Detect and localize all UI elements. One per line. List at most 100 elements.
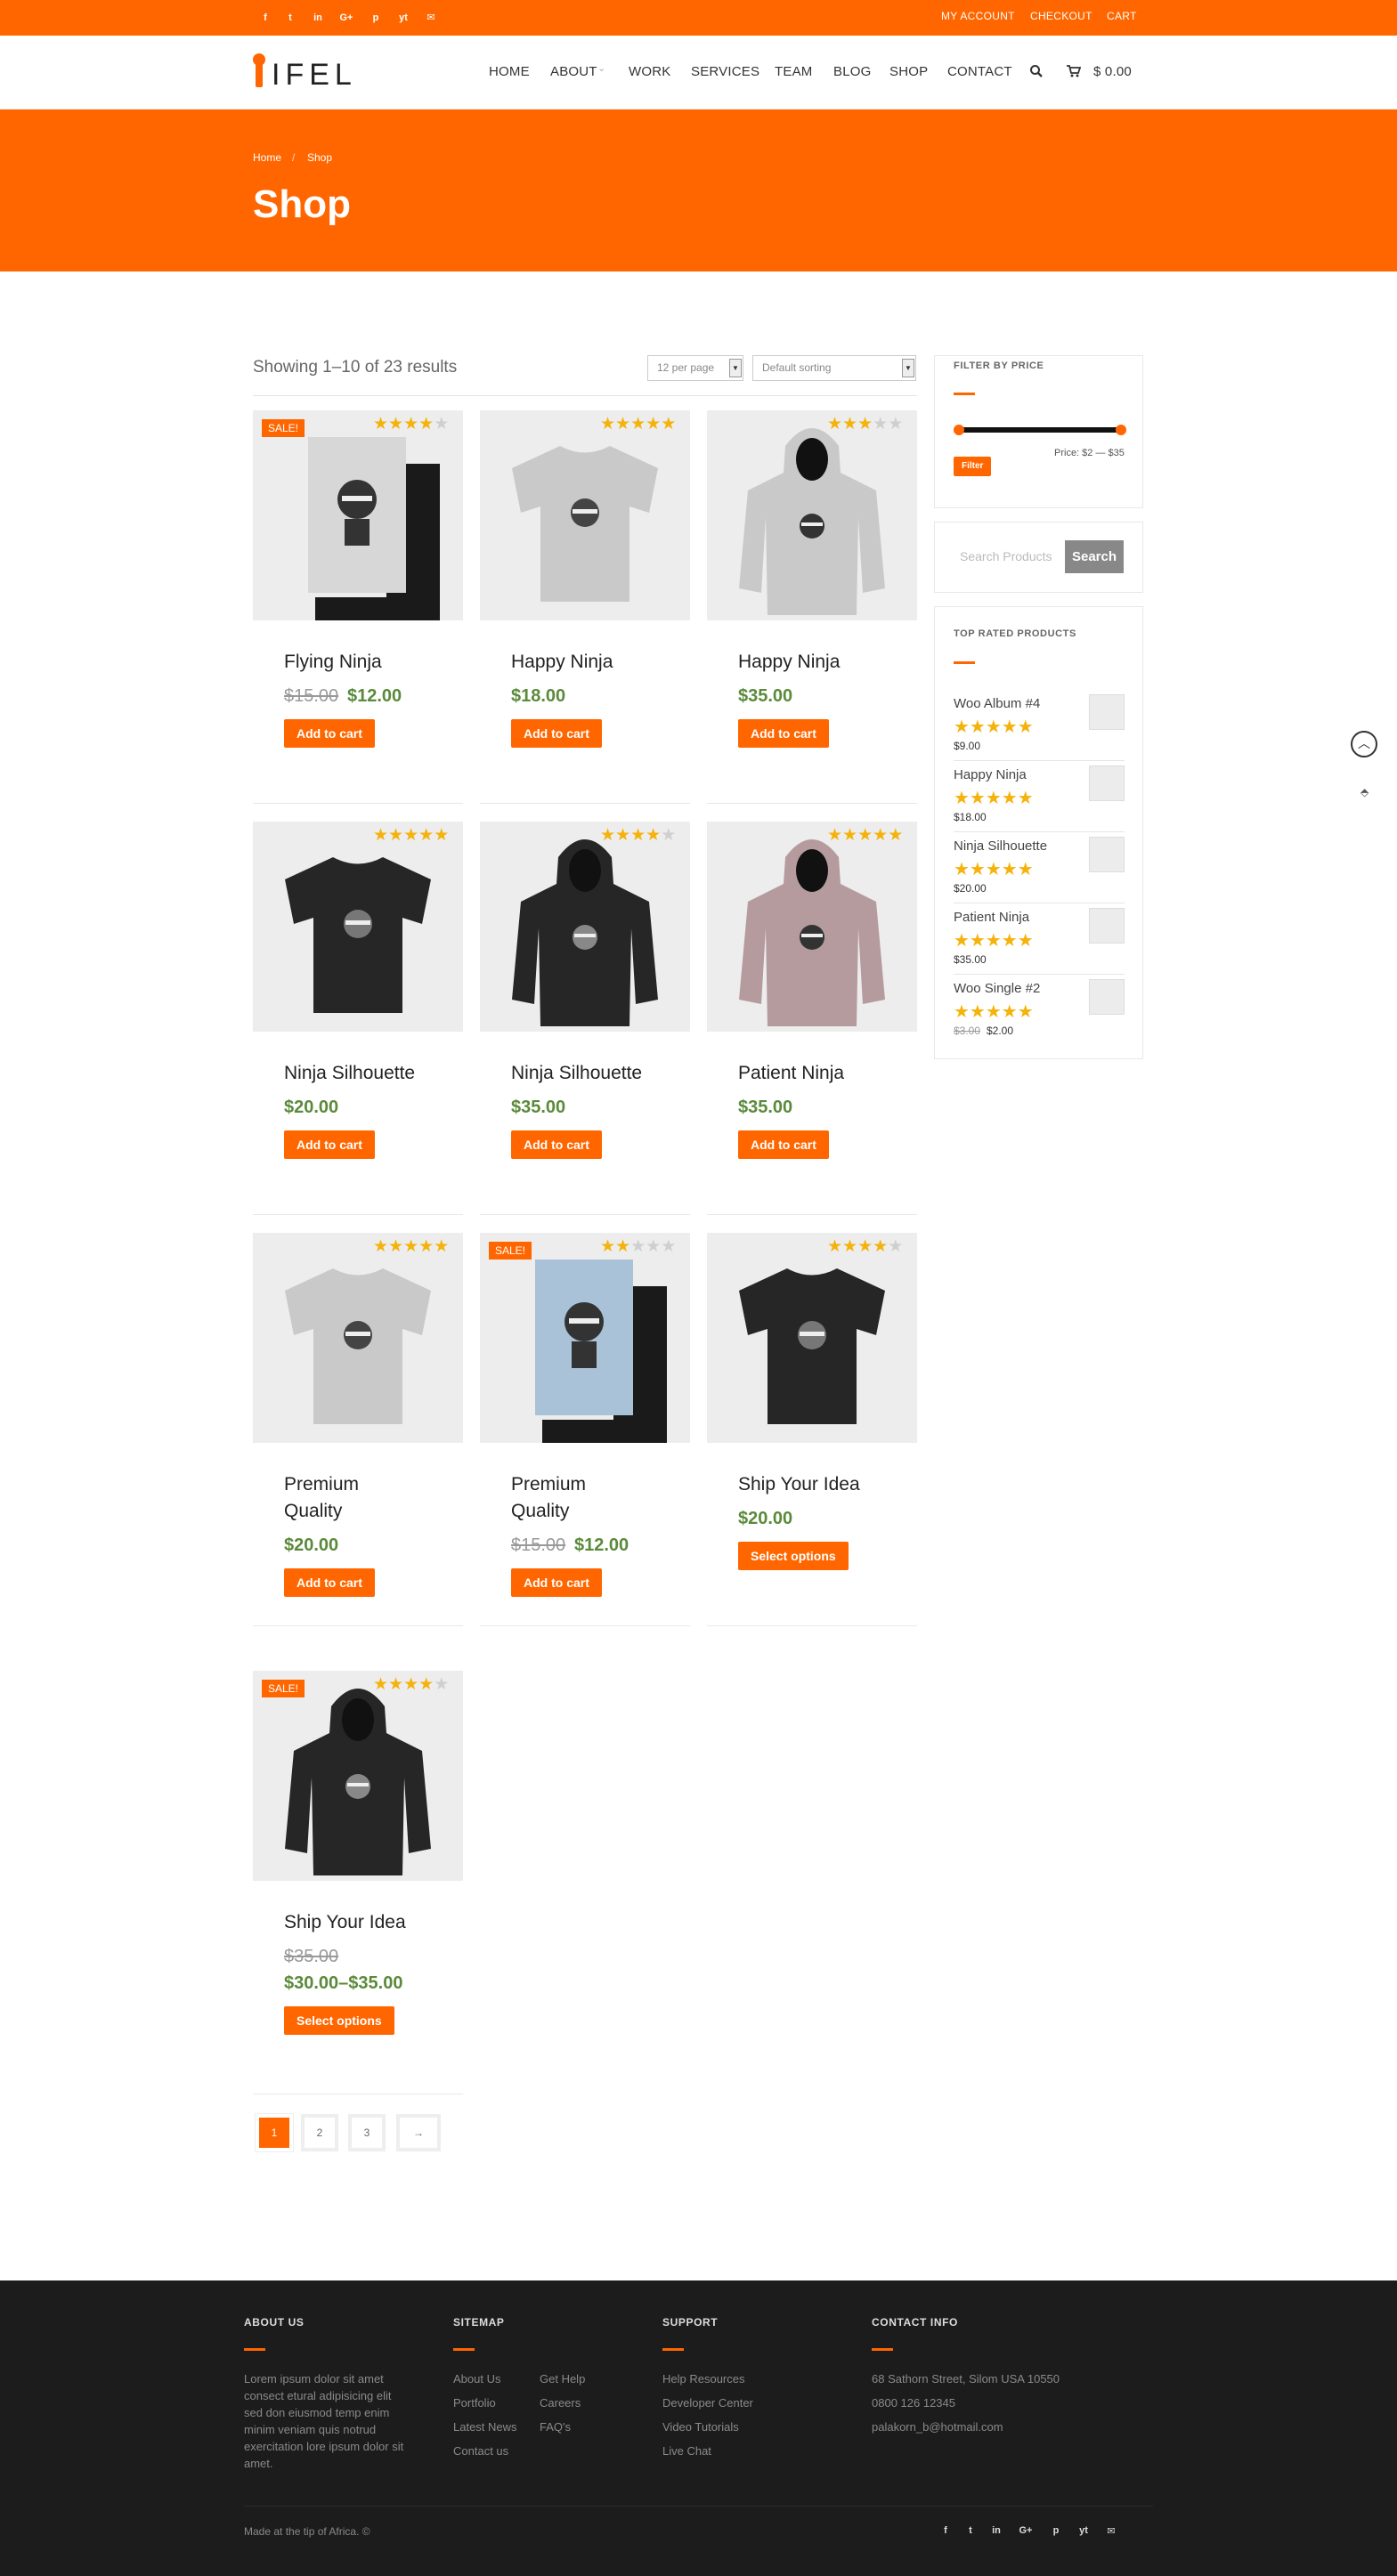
search-input[interactable]: Search Products — [953, 540, 1064, 573]
footer-link-careers[interactable]: Careers — [540, 2396, 581, 2410]
product-image[interactable] — [480, 410, 690, 620]
add-to-cart-button[interactable]: Add to cart — [284, 1130, 375, 1159]
select-options-button[interactable]: Select options — [284, 2006, 394, 2035]
add-to-cart-button[interactable]: Add to cart — [511, 1130, 602, 1159]
twitter-icon[interactable]: t — [282, 9, 298, 27]
product-name-line2[interactable]: Quality — [511, 1498, 569, 1525]
page-2-button[interactable]: 2 — [301, 2114, 338, 2151]
email-icon[interactable]: ✉ — [1103, 2525, 1119, 2537]
nav-work[interactable]: WORK — [629, 64, 670, 79]
top-rated-thumbnail[interactable] — [1089, 766, 1125, 801]
checkout-link[interactable]: CHECKOUT — [1030, 10, 1092, 22]
pinterest-icon[interactable]: p — [1048, 2525, 1064, 2536]
search-button[interactable]: Search — [1065, 540, 1124, 573]
pinterest-icon[interactable]: p — [368, 9, 384, 27]
top-rated-thumbnail[interactable] — [1089, 908, 1125, 944]
nav-home[interactable]: HOME — [489, 64, 530, 79]
product-name[interactable]: Premium — [284, 1471, 359, 1498]
sale-badge: SALE! — [489, 1242, 532, 1260]
my-account-link[interactable]: MY ACCOUNT — [941, 10, 1015, 22]
email-icon[interactable]: ✉ — [423, 9, 439, 27]
product-name[interactable]: Premium — [511, 1471, 586, 1498]
google-plus-icon[interactable]: G+ — [1018, 2525, 1034, 2536]
top-rated-item-name[interactable]: Ninja Silhouette — [954, 838, 1047, 854]
product-name[interactable]: Happy Ninja — [738, 649, 840, 676]
facebook-icon[interactable]: f — [938, 2525, 954, 2536]
top-rated-item-name[interactable]: Woo Album #4 — [954, 696, 1040, 711]
footer-link-developer-center[interactable]: Developer Center — [662, 2396, 753, 2410]
linkedin-icon[interactable]: in — [988, 2525, 1004, 2536]
product-name[interactable]: Ship Your Idea — [738, 1471, 860, 1498]
footer-link-faqs[interactable]: FAQ's — [540, 2420, 571, 2434]
price-slider-track[interactable] — [958, 427, 1120, 433]
top-rated-item-name[interactable]: Woo Single #2 — [954, 981, 1040, 996]
cart-link[interactable]: CART — [1107, 10, 1137, 22]
top-rated-item-name[interactable]: Patient Ninja — [954, 910, 1029, 925]
footer-link-get-help[interactable]: Get Help — [540, 2372, 585, 2386]
product-image[interactable] — [480, 1233, 690, 1443]
price-slider-min-handle[interactable] — [954, 425, 964, 435]
top-rated-thumbnail[interactable] — [1089, 837, 1125, 872]
add-to-cart-button[interactable]: Add to cart — [511, 1568, 602, 1597]
product-name[interactable]: Ship Your Idea — [284, 1909, 406, 1936]
scroll-top-icon[interactable]: ︿ — [1351, 731, 1377, 757]
product-name[interactable]: Flying Ninja — [284, 649, 382, 676]
add-to-cart-button[interactable]: Add to cart — [511, 719, 602, 748]
filter-button[interactable]: Filter — [954, 457, 992, 476]
footer-link-portfolio[interactable]: Portfolio — [453, 2396, 496, 2410]
search-icon[interactable] — [1029, 64, 1044, 78]
cart-total[interactable]: $ 0.00 — [1093, 64, 1132, 79]
product-image[interactable] — [707, 410, 917, 620]
layers-icon[interactable]: ⬘ — [1360, 786, 1369, 798]
product-name[interactable]: Ninja Silhouette — [511, 1060, 642, 1087]
product-image[interactable] — [480, 822, 690, 1032]
youtube-icon[interactable]: yt — [1076, 2525, 1092, 2536]
page-3-button[interactable]: 3 — [348, 2114, 386, 2151]
top-rated-thumbnail[interactable] — [1089, 979, 1125, 1015]
page-1-button[interactable]: 1 — [256, 2114, 293, 2151]
product-name-line2[interactable]: Quality — [284, 1498, 342, 1525]
per-page-select[interactable]: 12 per page ▼ — [647, 355, 743, 381]
footer-link-live-chat[interactable]: Live Chat — [662, 2444, 711, 2458]
product-image[interactable] — [253, 1671, 463, 1881]
sorting-select[interactable]: Default sorting ▼ — [752, 355, 916, 381]
product-name[interactable]: Happy Ninja — [511, 649, 613, 676]
product-image[interactable] — [707, 1233, 917, 1443]
footer-link-about-us[interactable]: About Us — [453, 2372, 500, 2386]
top-rated-thumbnail[interactable] — [1089, 694, 1125, 730]
product-image[interactable] — [253, 410, 463, 620]
footer-link-contact-us[interactable]: Contact us — [453, 2444, 508, 2458]
google-plus-icon[interactable]: G+ — [338, 9, 354, 27]
footer-link-video-tutorials[interactable]: Video Tutorials — [662, 2420, 739, 2434]
top-rated-item-name[interactable]: Happy Ninja — [954, 767, 1027, 782]
footer-phone[interactable]: 0800 126 12345 — [872, 2396, 955, 2410]
add-to-cart-button[interactable]: Add to cart — [284, 1568, 375, 1597]
twitter-icon[interactable]: t — [962, 2525, 979, 2536]
nav-contact[interactable]: CONTACT — [947, 64, 1012, 79]
add-to-cart-button[interactable]: Add to cart — [284, 719, 375, 748]
next-page-button[interactable]: → — [396, 2114, 441, 2151]
nav-about[interactable]: ABOUT — [550, 64, 597, 79]
facebook-icon[interactable]: f — [257, 9, 273, 27]
add-to-cart-button[interactable]: Add to cart — [738, 719, 829, 748]
nav-shop[interactable]: SHOP — [889, 64, 928, 79]
linkedin-icon[interactable]: in — [310, 9, 326, 27]
footer-link-latest-news[interactable]: Latest News — [453, 2420, 517, 2434]
product-name[interactable]: Patient Ninja — [738, 1060, 844, 1087]
nav-blog[interactable]: BLOG — [833, 64, 871, 79]
price-slider-max-handle[interactable] — [1116, 425, 1126, 435]
footer-email[interactable]: palakorn_b@hotmail.com — [872, 2420, 1003, 2434]
breadcrumb-home[interactable]: Home — [253, 151, 281, 164]
product-image[interactable] — [253, 822, 463, 1032]
product-image[interactable] — [253, 1233, 463, 1443]
footer-link-help-resources[interactable]: Help Resources — [662, 2372, 745, 2386]
product-image[interactable] — [707, 822, 917, 1032]
product-name[interactable]: Ninja Silhouette — [284, 1060, 415, 1087]
logo[interactable]: IFEL — [272, 58, 357, 93]
nav-team[interactable]: TEAM — [775, 64, 812, 79]
nav-services[interactable]: SERVICES — [691, 64, 759, 79]
youtube-icon[interactable]: yt — [395, 9, 411, 27]
add-to-cart-button[interactable]: Add to cart — [738, 1130, 829, 1159]
select-options-button[interactable]: Select options — [738, 1542, 849, 1570]
cart-icon[interactable] — [1067, 65, 1082, 77]
